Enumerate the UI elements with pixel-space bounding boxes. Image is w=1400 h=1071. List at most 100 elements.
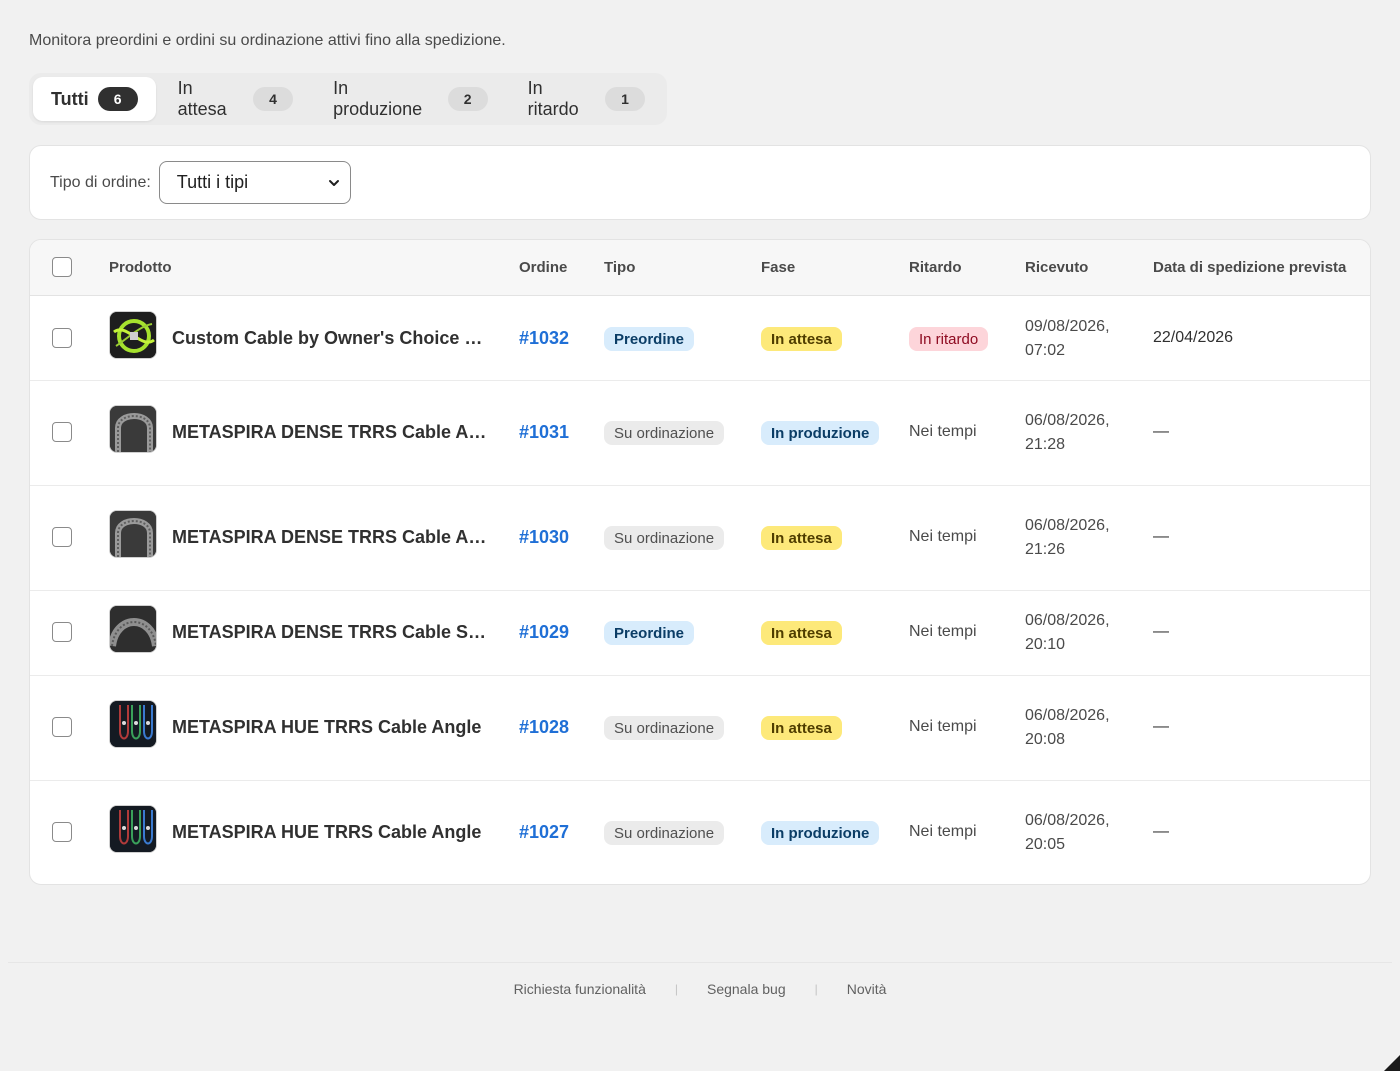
delay-text: Nei tempi	[909, 528, 977, 545]
header-phase: Fase	[761, 259, 796, 276]
order-link[interactable]: #1027	[519, 822, 569, 843]
orders-table: Prodotto Ordine Tipo Fase Ritardo Ricevu…	[29, 239, 1371, 885]
cable-color-icon	[109, 700, 157, 748]
feature-request-link[interactable]: Richiesta funzionalità	[514, 981, 646, 997]
type-badge: Preordine	[604, 621, 695, 645]
header-received: Ricevuto	[1025, 259, 1089, 276]
tab-count-badge: 2	[447, 87, 488, 111]
cable-green-icon	[109, 311, 157, 359]
received-time: 20:05	[1025, 836, 1066, 853]
order-type-label: Tipo di ordine:	[50, 173, 151, 191]
tab-label: Tutti	[51, 88, 89, 109]
received-date: 06/08/2026,	[1025, 812, 1110, 829]
select-all-checkbox[interactable]	[52, 257, 72, 277]
received-datetime: 06/08/2026, 20:05	[1025, 809, 1110, 857]
report-bug-link[interactable]: Segnala bug	[707, 981, 786, 997]
tab-in-attesa[interactable]: In attesa 4	[160, 77, 311, 121]
order-link[interactable]: #1030	[519, 527, 569, 548]
row-checkbox[interactable]	[52, 527, 72, 547]
page: Monitora preordini e ordini su ordinazio…	[0, 0, 1400, 1071]
footer: Richiesta funzionalità | Segnala bug | N…	[0, 981, 1400, 997]
table-row[interactable]: METASPIRA DENSE TRRS Cable Stra... #1029…	[30, 591, 1370, 676]
received-datetime: 09/08/2026, 07:02	[1025, 315, 1110, 363]
order-link[interactable]: #1031	[519, 422, 569, 443]
footer-separator: |	[814, 982, 818, 996]
row-checkbox[interactable]	[52, 328, 72, 348]
ship-date: —	[1153, 718, 1169, 735]
order-type-selected: Tutti i tipi	[176, 172, 249, 192]
window-corner	[1384, 1055, 1400, 1071]
type-badge: Preordine	[604, 327, 695, 351]
table-header: Prodotto Ordine Tipo Fase Ritardo Ricevu…	[30, 240, 1370, 296]
header-order: Ordine	[519, 259, 568, 276]
tab-count-badge: 6	[97, 87, 138, 111]
filter-card: Tipo di ordine: Tutti i tipi	[29, 145, 1371, 220]
phase-badge: In attesa	[761, 327, 842, 351]
order-link[interactable]: #1029	[519, 622, 569, 643]
delay-text: Nei tempi	[909, 823, 977, 840]
delay-text: Nei tempi	[909, 718, 977, 735]
received-time: 20:08	[1025, 731, 1066, 748]
received-time: 21:28	[1025, 436, 1066, 453]
received-time: 21:26	[1025, 541, 1066, 558]
row-checkbox[interactable]	[52, 717, 72, 737]
table-row[interactable]: Custom Cable by Owner's Choice No.1 #103…	[30, 296, 1370, 381]
table-row[interactable]: METASPIRA HUE TRRS Cable Angle #1028 Su …	[30, 676, 1370, 781]
tab-in-ritardo[interactable]: In ritardo 1	[510, 77, 663, 121]
tab-label: In produzione	[333, 78, 423, 119]
header-product: Prodotto	[109, 259, 172, 276]
ship-date: 22/04/2026	[1153, 329, 1234, 346]
product-name: Custom Cable by Owner's Choice No.1	[172, 328, 492, 348]
type-badge: Su ordinazione	[604, 716, 725, 740]
product-name: METASPIRA DENSE TRRS Cable Angle	[172, 422, 492, 442]
received-date: 06/08/2026,	[1025, 412, 1110, 429]
order-link[interactable]: #1032	[519, 328, 569, 349]
tab-count-badge: 1	[604, 87, 645, 111]
table-row[interactable]: METASPIRA DENSE TRRS Cable Angle #1031 S…	[30, 381, 1370, 486]
received-date: 09/08/2026,	[1025, 318, 1110, 335]
row-checkbox[interactable]	[52, 422, 72, 442]
footer-divider	[8, 962, 1392, 963]
delay-text: Nei tempi	[909, 623, 977, 640]
received-datetime: 06/08/2026, 20:10	[1025, 609, 1110, 657]
type-badge: Su ordinazione	[604, 421, 725, 445]
header-delay: Ritardo	[909, 259, 962, 276]
order-type-select[interactable]: Tutti i tipi	[158, 161, 351, 204]
phase-badge: In attesa	[761, 716, 842, 740]
table-row[interactable]: METASPIRA HUE TRRS Cable Angle #1027 Su …	[30, 781, 1370, 884]
order-link[interactable]: #1028	[519, 717, 569, 738]
table-row[interactable]: METASPIRA DENSE TRRS Cable Angle #1030 S…	[30, 486, 1370, 591]
product-name: METASPIRA DENSE TRRS Cable Angle	[172, 527, 492, 547]
product-name: METASPIRA HUE TRRS Cable Angle	[172, 822, 482, 842]
tab-label: In attesa	[177, 78, 227, 119]
received-datetime: 06/08/2026, 21:28	[1025, 409, 1110, 457]
received-date: 06/08/2026,	[1025, 707, 1110, 724]
cable-grey-icon	[109, 510, 157, 558]
tab-label: In ritardo	[527, 78, 579, 119]
ship-date: —	[1153, 528, 1169, 545]
cable-grey-icon	[109, 405, 157, 453]
phase-badge: In produzione	[761, 421, 880, 445]
news-link[interactable]: Novità	[847, 981, 887, 997]
chevron-down-icon	[328, 179, 339, 186]
tab-in-produzione[interactable]: In produzione 2	[315, 77, 506, 121]
received-time: 20:10	[1025, 636, 1066, 653]
row-checkbox[interactable]	[52, 822, 72, 842]
product-name: METASPIRA HUE TRRS Cable Angle	[172, 717, 482, 737]
type-badge: Su ordinazione	[604, 821, 725, 845]
ship-date: —	[1153, 423, 1169, 440]
cable-color-icon	[109, 805, 157, 853]
received-date: 06/08/2026,	[1025, 517, 1110, 534]
status-tabs: Tutti 6 In attesa 4 In produzione 2 In r…	[29, 73, 667, 125]
row-checkbox[interactable]	[52, 622, 72, 642]
footer-separator: |	[674, 982, 678, 996]
delay-badge: In ritardo	[909, 327, 989, 351]
received-date: 06/08/2026,	[1025, 612, 1110, 629]
tab-tutti[interactable]: Tutti 6	[33, 77, 156, 121]
delay-text: Nei tempi	[909, 423, 977, 440]
phase-badge: In attesa	[761, 526, 842, 550]
header-ship-date: Data di spedizione prevista	[1153, 259, 1347, 276]
ship-date: —	[1153, 623, 1169, 640]
received-datetime: 06/08/2026, 21:26	[1025, 514, 1110, 562]
type-badge: Su ordinazione	[604, 526, 725, 550]
